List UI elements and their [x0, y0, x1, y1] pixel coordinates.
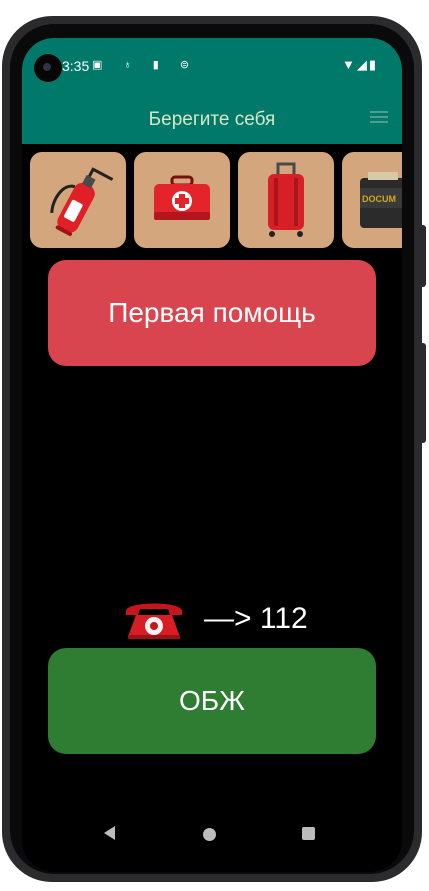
suitcase-icon [268, 162, 304, 237]
phone-icon [126, 603, 182, 639]
status-time: 3:35 [62, 58, 90, 74]
emergency-call[interactable]: —> 112 [122, 596, 308, 642]
documents-icon: DOCUM [360, 172, 402, 228]
signal-battery-icons: ▼◢▮ [341, 57, 378, 72]
documents-label: DOCUM [362, 194, 396, 204]
home-icon[interactable] [203, 828, 216, 841]
fire-extinguisher-icon [50, 167, 114, 237]
obzh-button[interactable]: ОБЖ [48, 648, 376, 754]
card-first-aid-kit[interactable] [134, 152, 230, 248]
notification-icons: ▣ ♁ ▮ ⊜ [92, 59, 199, 71]
screen: 3:35 ▣ ♁ ▮ ⊜ ▼◢▮ Берегите себя DOCUM Пер… [22, 38, 402, 872]
emergency-number: —> 112 [204, 602, 308, 635]
status-bar: 3:35 ▣ ♁ ▮ ⊜ ▼◢▮ [22, 38, 402, 96]
category-carousel[interactable]: DOCUM [30, 152, 402, 248]
front-camera [34, 54, 62, 82]
volume-button [420, 225, 426, 287]
card-suitcase[interactable] [238, 152, 334, 248]
card-documents[interactable]: DOCUM [342, 152, 402, 248]
recents-icon[interactable] [302, 827, 315, 840]
first-aid-kit-icon [154, 175, 210, 220]
menu-icon[interactable] [370, 111, 388, 125]
first-aid-button[interactable]: Первая помощь [48, 260, 376, 366]
card-fire-extinguisher[interactable] [30, 152, 126, 248]
back-icon[interactable] [104, 826, 115, 840]
power-button [420, 343, 426, 443]
app-title: Берегите себя [148, 109, 276, 130]
navigation-bar [22, 808, 402, 864]
app-bar: Берегите себя [22, 96, 402, 144]
